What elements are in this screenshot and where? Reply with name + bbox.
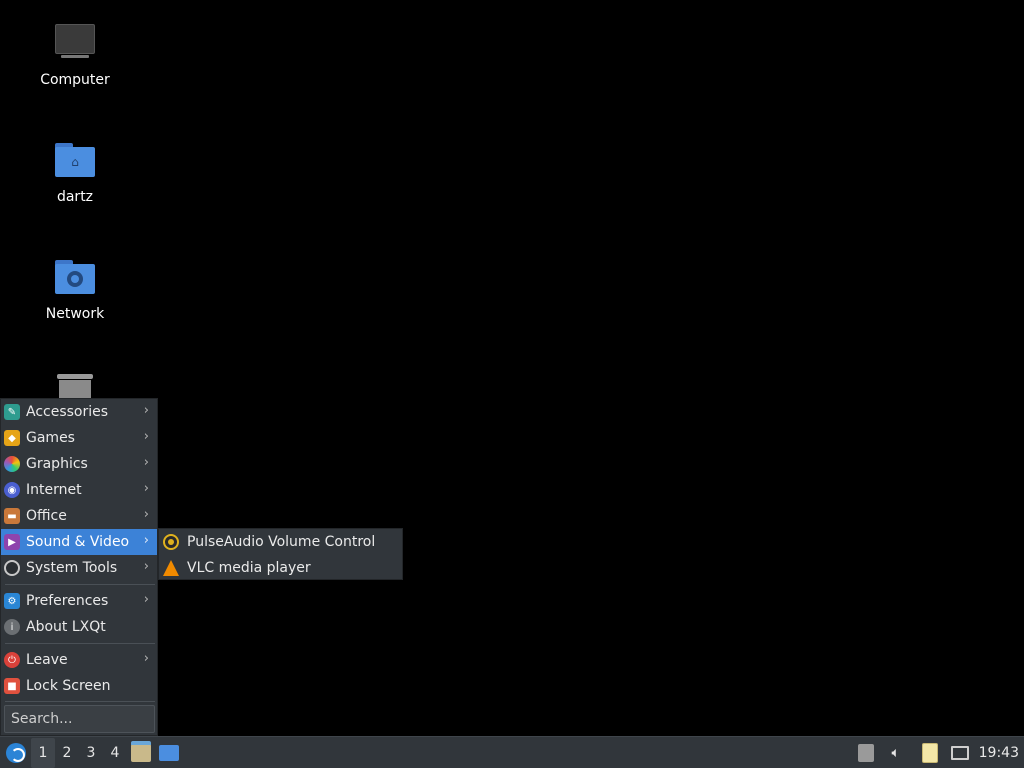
chevron-right-icon: › bbox=[143, 533, 149, 548]
menu-separator bbox=[5, 643, 155, 644]
chevron-right-icon: › bbox=[143, 429, 149, 444]
desktop-icon-label: Network bbox=[45, 306, 105, 322]
chevron-right-icon: › bbox=[143, 559, 149, 574]
taskbar: 1 2 3 4 🔈︎ 19:43 bbox=[0, 736, 1024, 768]
menu-item-internet[interactable]: ◉ Internet › bbox=[1, 477, 157, 503]
menu-item-label: Games bbox=[26, 430, 75, 446]
submenu-item-label: VLC media player bbox=[187, 560, 311, 576]
menu-separator bbox=[5, 584, 155, 585]
submenu-item-vlc[interactable]: VLC media player bbox=[159, 555, 402, 581]
workspace-1-button[interactable]: 1 bbox=[31, 737, 55, 768]
clipboard-button[interactable] bbox=[915, 738, 945, 768]
menu-item-about[interactable]: i About LXQt bbox=[1, 614, 157, 640]
menu-item-label: Internet bbox=[26, 482, 82, 498]
info-icon: i bbox=[4, 619, 20, 635]
chevron-right-icon: › bbox=[143, 455, 149, 470]
lxqt-logo-icon bbox=[6, 742, 26, 763]
clock[interactable]: 19:43 bbox=[975, 745, 1024, 761]
desktop-icon-network[interactable]: Network bbox=[15, 256, 135, 322]
workspace-4-button[interactable]: 4 bbox=[103, 738, 127, 768]
chevron-right-icon: › bbox=[143, 592, 149, 607]
menu-item-label: Lock Screen bbox=[26, 678, 111, 694]
network-folder-icon bbox=[53, 256, 97, 300]
desktop-icon-label: Computer bbox=[40, 72, 110, 88]
desktop-icon-label: dartz bbox=[56, 189, 94, 205]
menu-item-accessories[interactable]: ✎ Accessories › bbox=[1, 399, 157, 425]
menu-item-label: System Tools bbox=[26, 560, 118, 576]
menu-item-leave[interactable]: ⏻ Leave › bbox=[1, 647, 157, 673]
internet-icon: ◉ bbox=[4, 482, 20, 498]
file-manager-icon bbox=[131, 740, 151, 762]
menu-item-office[interactable]: ▬ Office › bbox=[1, 503, 157, 529]
menu-item-label: Accessories bbox=[26, 404, 109, 420]
graphics-icon bbox=[4, 456, 20, 472]
menu-item-sound-video[interactable]: ▶ Sound & Video › bbox=[1, 529, 157, 555]
menu-item-games[interactable]: ◆ Games › bbox=[1, 425, 157, 451]
network-button[interactable] bbox=[945, 738, 975, 768]
menu-search-input[interactable] bbox=[4, 705, 155, 733]
submenu-item-pulseaudio[interactable]: PulseAudio Volume Control bbox=[159, 529, 402, 555]
removable-media-button[interactable] bbox=[851, 738, 881, 768]
lock-icon: ■ bbox=[4, 678, 20, 694]
desktop-icon-computer[interactable]: Computer bbox=[15, 22, 135, 88]
power-icon: ⏻ bbox=[4, 652, 20, 668]
vlc-icon bbox=[163, 560, 179, 576]
workspace-3-button[interactable]: 3 bbox=[79, 738, 103, 768]
menu-item-label: Office bbox=[26, 508, 67, 524]
menu-item-preferences[interactable]: ⚙ Preferences › bbox=[1, 588, 157, 614]
removable-media-icon bbox=[857, 743, 874, 762]
quicklaunch-show-desktop[interactable] bbox=[155, 738, 183, 768]
chevron-right-icon: › bbox=[143, 651, 149, 666]
menu-separator bbox=[5, 701, 155, 702]
menu-item-label: Graphics bbox=[26, 456, 88, 472]
office-icon: ▬ bbox=[4, 508, 20, 524]
sound-video-icon: ▶ bbox=[4, 534, 20, 550]
menu-item-label: Preferences bbox=[26, 593, 109, 609]
volume-button[interactable]: 🔈︎ bbox=[881, 738, 911, 768]
pulseaudio-icon bbox=[163, 534, 179, 550]
menu-item-label: Sound & Video bbox=[26, 534, 130, 550]
clipboard-icon bbox=[921, 742, 938, 763]
submenu-item-label: PulseAudio Volume Control bbox=[187, 534, 376, 550]
menu-item-label: About LXQt bbox=[26, 619, 106, 635]
network-icon bbox=[950, 745, 969, 760]
computer-icon bbox=[53, 22, 97, 66]
workspace-2-button[interactable]: 2 bbox=[55, 738, 79, 768]
sound-video-submenu: PulseAudio Volume Control VLC media play… bbox=[158, 528, 403, 580]
application-menu: ✎ Accessories › ◆ Games › Graphics › ◉ I… bbox=[0, 398, 158, 736]
menu-item-lock-screen[interactable]: ■ Lock Screen bbox=[1, 673, 157, 699]
quicklaunch-file-manager[interactable] bbox=[127, 738, 155, 768]
home-folder-icon: ⌂ bbox=[53, 139, 97, 183]
start-menu-button[interactable] bbox=[1, 738, 31, 768]
volume-icon: 🔈︎ bbox=[891, 744, 900, 761]
menu-item-system-tools[interactable]: System Tools › bbox=[1, 555, 157, 581]
chevron-right-icon: › bbox=[143, 403, 149, 418]
menu-item-graphics[interactable]: Graphics › bbox=[1, 451, 157, 477]
games-icon: ◆ bbox=[4, 430, 20, 446]
system-tray: 🔈︎ 19:43 bbox=[851, 737, 1024, 768]
accessories-icon: ✎ bbox=[4, 404, 20, 420]
chevron-right-icon: › bbox=[143, 481, 149, 496]
system-tools-icon bbox=[4, 560, 20, 576]
chevron-right-icon: › bbox=[143, 507, 149, 522]
menu-item-label: Leave bbox=[26, 652, 68, 668]
show-desktop-icon bbox=[159, 744, 179, 761]
preferences-icon: ⚙ bbox=[4, 593, 20, 609]
desktop-icon-home[interactable]: ⌂ dartz bbox=[15, 139, 135, 205]
